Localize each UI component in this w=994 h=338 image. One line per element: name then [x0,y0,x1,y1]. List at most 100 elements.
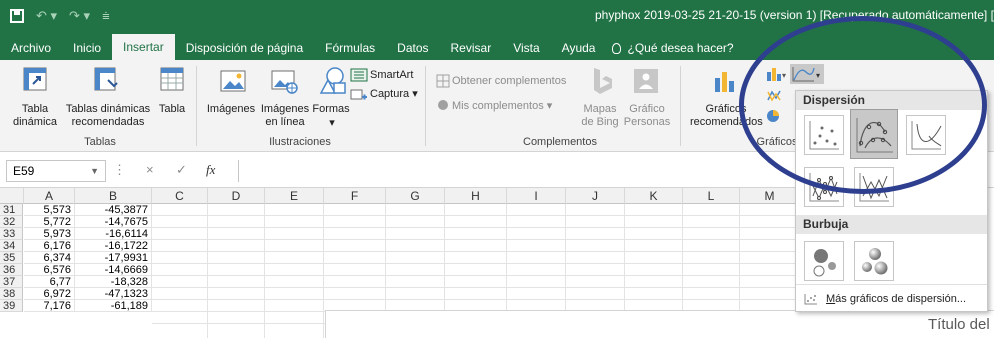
smartart-label[interactable]: SmartArt [370,69,413,82]
scatter-smooth-markers-option[interactable] [850,109,898,159]
cell-b34[interactable]: -16,1722 [75,240,152,252]
tab-formulas[interactable]: Fórmulas [314,36,386,60]
tab-ayuda[interactable]: Ayuda [551,36,607,60]
cell-b35[interactable]: -17,9931 [75,252,152,264]
table-label[interactable]: Tabla [155,103,189,116]
column-chart-icon[interactable]: ▾ [766,66,786,82]
row-header[interactable]: 33 [0,228,23,240]
column-header-b[interactable]: B [75,188,152,204]
images-icon[interactable] [220,70,246,94]
cell-b33[interactable]: -16,6114 [75,228,152,240]
column-header-j[interactable]: J [566,188,625,204]
save-icon[interactable] [10,8,24,23]
column-header-l[interactable]: L [683,188,740,204]
column-header-m[interactable]: M [740,188,800,204]
cell-a34[interactable]: 6,176 [24,240,75,252]
cell-a32[interactable]: 5,772 [24,216,75,228]
screenshot-label[interactable]: Captura ▾ [370,88,418,101]
recommended-pivot-label[interactable]: Tablas dinámicas recomendadas [64,103,152,129]
cell-a35[interactable]: 6,374 [24,252,75,264]
chart-object[interactable] [325,310,994,338]
tab-vista[interactable]: Vista [502,36,550,60]
shapes-icon[interactable] [318,66,348,96]
pivot-table-label[interactable]: Tabla dinámica [10,103,60,129]
bubble-option[interactable] [804,241,844,281]
my-addins-label[interactable]: Mis complementos ▾ [452,100,552,113]
column-header-k[interactable]: K [625,188,683,204]
chart-title[interactable]: Título del g [928,316,994,333]
cell-b31[interactable]: -45,3877 [75,204,152,216]
scatter-chart-button-icon[interactable]: ▾ [790,64,824,84]
column-header-h[interactable]: H [445,188,507,204]
bing-maps-icon[interactable] [588,66,614,96]
smartart-icon[interactable] [350,68,368,82]
tab-revisar[interactable]: Revisar [440,36,503,60]
redo-icon[interactable]: ↷ ▾ [69,8,90,24]
line-chart-icon[interactable] [766,88,786,104]
pie-chart-icon[interactable] [766,108,786,124]
column-header-f[interactable]: F [324,188,386,204]
column-header-i[interactable]: I [507,188,566,204]
column-header-d[interactable]: D [208,188,265,204]
row-header[interactable]: 34 [0,240,23,252]
row-header[interactable]: 36 [0,264,23,276]
scatter-straight-lines-option[interactable] [854,167,894,207]
shapes-label[interactable]: Formas [311,103,351,116]
column-header-a[interactable]: A [24,188,75,204]
tab-inicio[interactable]: Inicio [62,36,112,60]
cell-b38[interactable]: -47,1323 [75,288,152,300]
cell-a36[interactable]: 6,576 [24,264,75,276]
pivot-table-icon[interactable] [22,66,48,92]
row-header[interactable]: 39 [0,300,23,312]
column-header-g[interactable]: G [386,188,445,204]
cell-b39[interactable]: -61,189 [75,300,152,312]
name-box[interactable]: E59 ▼ [6,160,106,182]
column-header-e[interactable]: E [265,188,324,204]
recommended-charts-icon[interactable] [712,68,738,94]
row-header[interactable]: 32 [0,216,23,228]
cell-a38[interactable]: 6,972 [24,288,75,300]
cancel-icon[interactable]: × [146,162,154,177]
cell-a39[interactable]: 7,176 [24,300,75,312]
online-images-icon[interactable] [271,70,299,94]
row-header[interactable]: 31 [0,204,23,216]
bing-maps-label[interactable]: Mapas de Bing [578,103,622,129]
cell-a37[interactable]: 6,77 [24,276,75,288]
fx-icon[interactable]: fx [206,162,215,178]
cell-b36[interactable]: -14,6669 [75,264,152,276]
get-addins-label[interactable]: Obtener complementos [452,75,566,88]
tab-disposicion[interactable]: Disposición de página [175,36,314,60]
scatter-smooth-lines-option[interactable] [906,115,946,155]
screenshot-icon[interactable] [350,87,368,101]
select-all-corner[interactable] [0,188,24,204]
more-scatter-charts-item[interactable]: Más gráficos de dispersión... [796,284,987,312]
confirm-icon[interactable]: ✓ [176,162,187,178]
cell-b32[interactable]: -14,7675 [75,216,152,228]
row-header[interactable]: 35 [0,252,23,264]
table-icon[interactable] [160,66,184,92]
scatter-straight-markers-option[interactable] [804,167,844,207]
tab-insertar[interactable]: Insertar [112,34,175,60]
scatter-markers-option[interactable] [804,115,844,155]
scatter-chart-dropdown: Dispersión Burbuja Más gráficos de dispe… [795,90,988,312]
customize-qat-icon[interactable]: ⩧ [102,8,110,24]
people-graph-icon[interactable] [633,68,659,94]
cell-a33[interactable]: 5,973 [24,228,75,240]
tab-archivo[interactable]: Archivo [0,36,62,60]
recommended-pivot-icon[interactable] [93,66,119,92]
column-header-c[interactable]: C [152,188,208,204]
tab-datos[interactable]: Datos [386,36,439,60]
chevron-down-icon[interactable]: ▼ [90,161,99,181]
people-graph-label[interactable]: Gráfico Personas [623,103,671,129]
recommended-charts-label[interactable]: Gráficos recomendados [690,103,763,129]
cell-a31[interactable]: 5,573 [24,204,75,216]
undo-icon[interactable]: ↶ ▾ [36,8,57,24]
images-label[interactable]: Imágenes [203,103,259,116]
tell-me-box[interactable]: ¿Qué desea hacer? [606,36,734,60]
row-header[interactable]: 38 [0,288,23,300]
bubble-3d-option[interactable] [854,241,894,281]
row-header[interactable]: 37 [0,276,23,288]
cell-b37[interactable]: -18,328 [75,276,152,288]
online-images-label[interactable]: Imágenes en línea [257,103,313,129]
shapes-caret[interactable]: ▾ [327,117,337,130]
